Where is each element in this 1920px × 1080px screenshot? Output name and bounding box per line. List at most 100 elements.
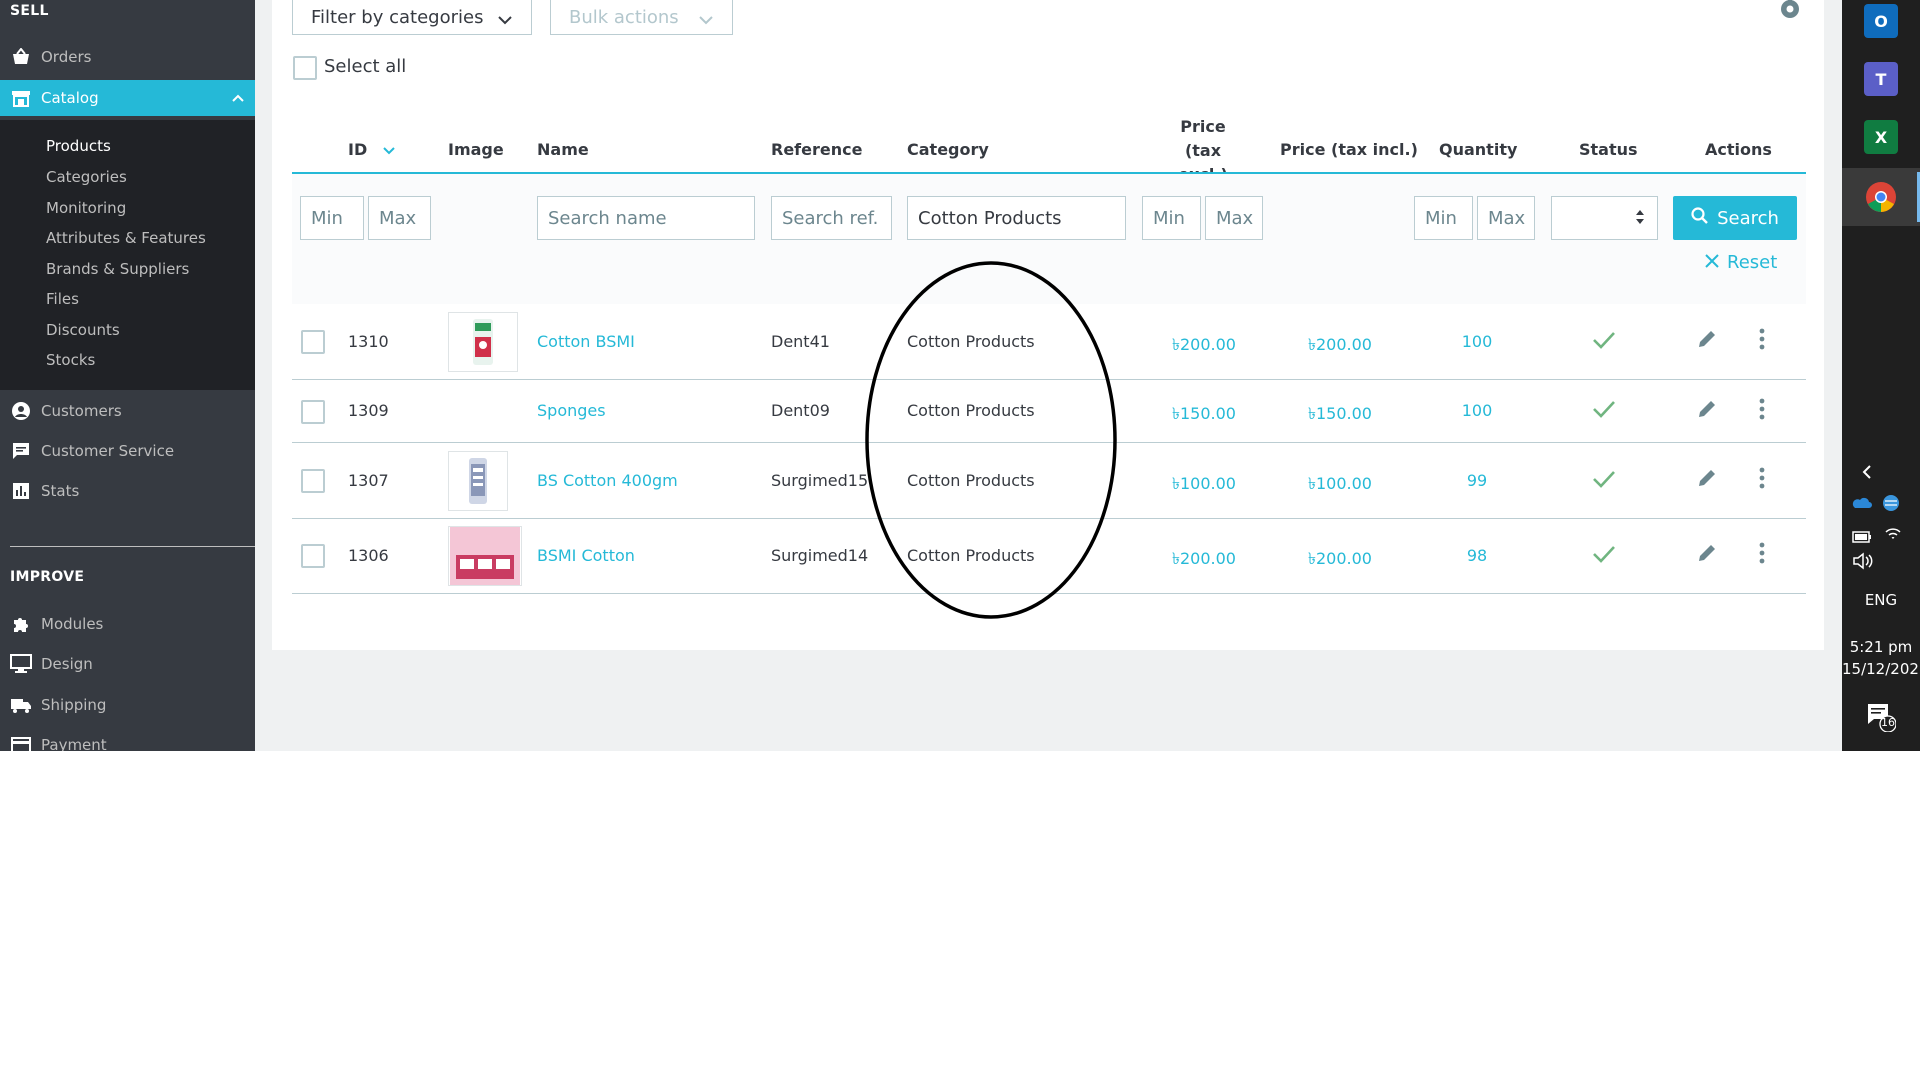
product-price-excl[interactable]: ৳150.00 [1172,401,1236,428]
product-quantity[interactable]: 98 [1461,546,1493,565]
product-reference: Surgimed14 [771,546,869,565]
product-thumbnail[interactable] [448,526,522,586]
sidebar-subitem-monitoring[interactable]: Monitoring [46,199,126,217]
chevron-up-icon[interactable] [231,89,245,107]
basket-icon [10,46,32,68]
product-name-link[interactable]: BS Cotton 400gm [537,471,678,490]
sidebar-item-customers[interactable]: Customers [0,393,255,429]
pencil-icon[interactable] [1696,467,1718,493]
product-id: 1307 [348,471,389,490]
product-price-excl[interactable]: ৳200.00 [1172,546,1236,573]
product-category: Cotton Products [907,546,1035,565]
wifi-icon[interactable] [1884,526,1902,546]
sidebar-subitem-products[interactable]: Products [46,137,111,155]
search-button[interactable]: Search [1673,196,1797,240]
pencil-icon[interactable] [1696,328,1718,354]
excel-icon[interactable]: X [1864,120,1898,154]
sidebar-subitem-attributes[interactable]: Attributes & Features [46,229,206,247]
status-select[interactable] [1551,196,1658,240]
product-price-incl[interactable]: ৳100.00 [1308,471,1372,498]
gear-icon[interactable] [1777,0,1803,26]
column-header-reference[interactable]: Reference [771,140,862,159]
sidebar-item-modules[interactable]: Modules [0,606,255,642]
column-header-status[interactable]: Status [1579,140,1638,159]
product-thumbnail[interactable] [448,451,508,511]
reset-link[interactable]: Reset [1705,252,1777,273]
id-min-input[interactable]: Min [300,196,364,240]
kebab-icon[interactable] [1759,398,1765,424]
clock-time[interactable]: 5:21 pm [1842,638,1920,656]
id-max-input[interactable]: Max [368,196,431,240]
column-header-category[interactable]: Category [907,140,989,159]
sidebar-item-customer-service[interactable]: Customer Service [0,433,255,469]
check-icon[interactable] [1592,399,1616,423]
product-price-incl[interactable]: ৳200.00 [1308,332,1372,359]
product-quantity[interactable]: 100 [1461,401,1493,420]
onedrive-icon[interactable] [1850,494,1872,513]
volume-icon[interactable] [1852,552,1874,574]
sort-chevron-icon[interactable] [383,140,395,159]
column-header-price-incl[interactable]: Price (tax incl.) [1280,140,1418,159]
outlook-icon[interactable]: O [1864,4,1898,38]
filter-by-categories-button[interactable]: Filter by categories [292,0,532,35]
sidebar-item-catalog[interactable]: Catalog [0,80,255,116]
globe-icon[interactable] [1882,494,1900,516]
column-header-quantity[interactable]: Quantity [1439,140,1517,159]
pencil-icon[interactable] [1696,542,1718,568]
row-checkbox[interactable] [301,544,325,568]
sidebar-subitem-files[interactable]: Files [46,290,79,308]
chrome-icon[interactable] [1864,180,1898,214]
product-price-excl[interactable]: ৳100.00 [1172,471,1236,498]
chevron-left-icon[interactable] [1860,464,1874,484]
row-checkbox[interactable] [301,400,325,424]
product-name-link[interactable]: BSMI Cotton [537,546,635,565]
sidebar-item-label: Customer Service [41,442,175,460]
notification-icon[interactable]: 16 [1866,702,1897,736]
product-quantity[interactable]: 100 [1461,332,1493,351]
product-name-link[interactable]: Sponges [537,401,606,420]
quantity-min-input[interactable]: Min [1414,196,1473,240]
check-icon[interactable] [1592,330,1616,354]
sidebar: SELL Orders Catalog Products Categories … [0,0,255,751]
product-price-incl[interactable]: ৳200.00 [1308,546,1372,573]
search-reference-input[interactable]: Search ref. [771,196,892,240]
kebab-icon[interactable] [1759,467,1765,493]
column-header-name[interactable]: Name [537,140,589,159]
check-icon[interactable] [1592,544,1616,568]
sidebar-subitem-discounts[interactable]: Discounts [46,321,120,339]
sidebar-item-shipping[interactable]: Shipping [0,687,255,723]
column-header-image: Image [448,140,504,159]
product-quantity[interactable]: 99 [1461,471,1493,490]
price-min-input[interactable]: Min [1142,196,1201,240]
product-name-link[interactable]: Cotton BSMI [537,332,635,351]
sidebar-item-stats[interactable]: Stats [0,473,255,509]
search-name-input[interactable]: Search name [537,196,755,240]
category-filter-input[interactable]: Cotton Products [907,196,1126,240]
check-icon[interactable] [1592,469,1616,493]
sidebar-item-design[interactable]: Design [0,646,255,682]
product-price-incl[interactable]: ৳150.00 [1308,401,1372,428]
price-max-input[interactable]: Max [1205,196,1263,240]
product-price-excl[interactable]: ৳200.00 [1172,332,1236,359]
teams-icon[interactable]: T [1864,62,1898,96]
column-header-id[interactable]: ID [348,140,395,159]
sidebar-item-label: Shipping [41,696,107,714]
language-indicator[interactable]: ENG [1842,591,1920,609]
row-checkbox[interactable] [301,330,325,354]
sidebar-subitem-brands[interactable]: Brands & Suppliers [46,260,189,278]
select-all-checkbox[interactable] [293,56,317,80]
kebab-icon[interactable] [1759,542,1765,568]
row-checkbox[interactable] [301,469,325,493]
quantity-max-input[interactable]: Max [1477,196,1535,240]
sidebar-divider [10,546,255,547]
clock-date[interactable]: 15/12/2021 [1842,660,1920,678]
product-thumbnail[interactable] [448,312,518,372]
sidebar-subitem-categories[interactable]: Categories [46,168,127,186]
sidebar-item-payment[interactable]: Payment [0,727,255,751]
kebab-icon[interactable] [1759,328,1765,354]
battery-icon[interactable] [1852,528,1872,547]
bulk-actions-button[interactable]: Bulk actions [550,0,733,35]
pencil-icon[interactable] [1696,398,1718,424]
sidebar-item-orders[interactable]: Orders [0,39,255,75]
sidebar-subitem-stocks[interactable]: Stocks [46,351,95,369]
